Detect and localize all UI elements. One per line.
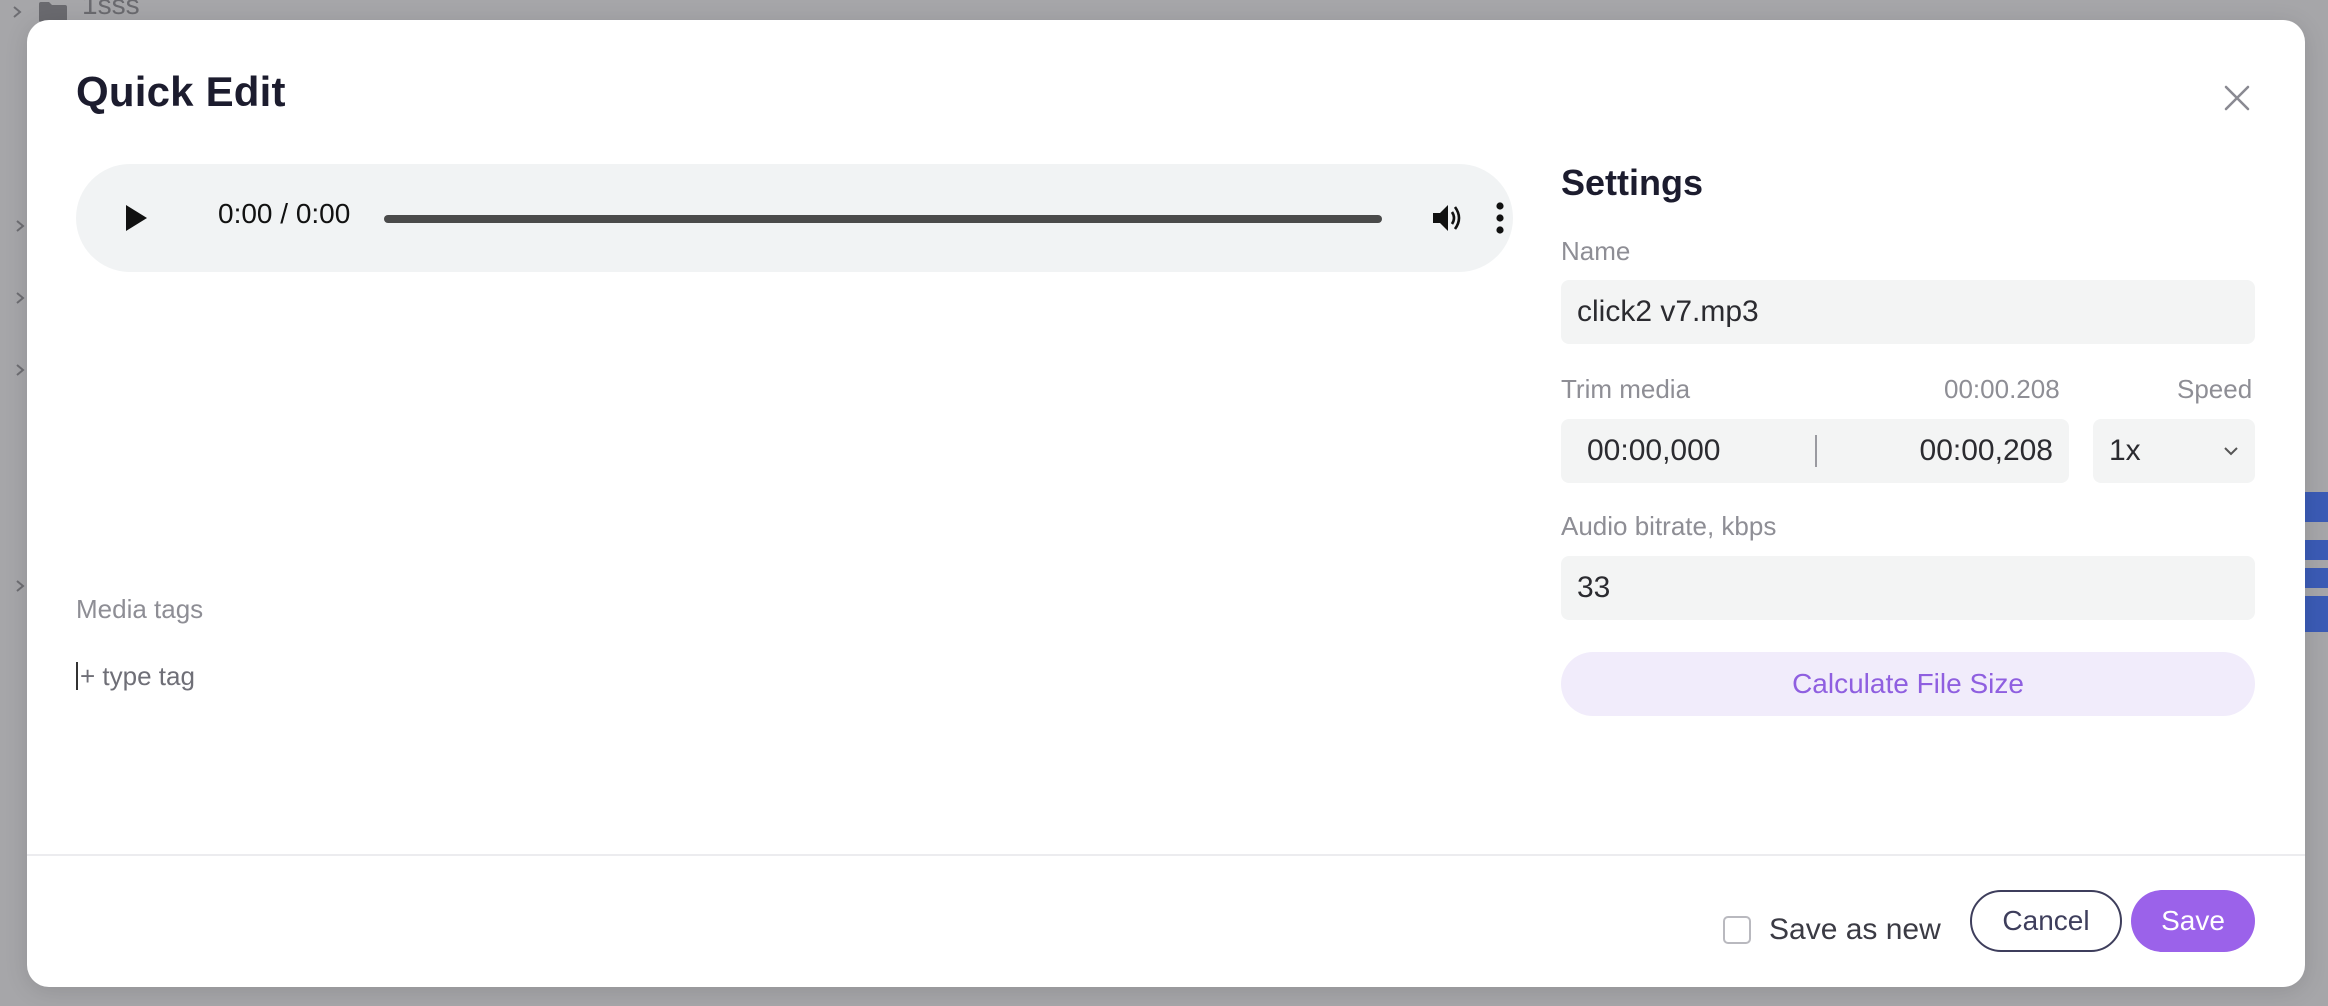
chevron-right-icon — [16, 220, 25, 232]
close-button[interactable] — [2217, 78, 2257, 118]
trim-range-field: 00:00,000 00:00,208 — [1561, 419, 2069, 483]
speed-label: Speed — [2177, 374, 2253, 404]
chevron-down-icon — [2224, 447, 2238, 456]
audio-bitrate-input[interactable]: 33 — [1561, 556, 2255, 620]
trim-end-input[interactable]: 00:00,208 — [1920, 419, 2053, 483]
save-as-new-label: Save as new — [1769, 913, 1941, 946]
playback-time: 0:00 / 0:00 — [218, 198, 351, 229]
background-thumbnail — [2304, 492, 2328, 522]
checkbox-box[interactable] — [1723, 916, 1751, 944]
trim-duration: 00:00.208 — [1944, 374, 2060, 404]
more-vert-icon — [1496, 202, 1504, 234]
volume-button[interactable] — [1426, 196, 1470, 240]
audio-bitrate-label: Audio bitrate, kbps — [1561, 511, 1777, 541]
text-cursor — [76, 662, 78, 690]
background-folder-name: 1sss — [82, 0, 140, 20]
save-as-new-checkbox[interactable]: Save as new — [1723, 900, 1941, 960]
trim-media-label: Trim media — [1561, 374, 1691, 404]
quick-edit-modal: Quick Edit 0:00 / 0:00 Media tags + type… — [27, 20, 2305, 987]
settings-title: Settings — [1561, 162, 1704, 203]
footer-divider — [27, 854, 2305, 856]
media-tag-input[interactable]: + type tag — [76, 656, 476, 696]
background-thumbnail — [2304, 540, 2328, 560]
chevron-right-icon — [13, 6, 22, 18]
chevron-right-icon — [16, 580, 25, 592]
chevron-right-icon — [16, 292, 25, 304]
trim-start-input[interactable]: 00:00,000 — [1587, 419, 1720, 483]
volume-icon — [1433, 205, 1461, 231]
background-thumbnail — [2304, 568, 2328, 588]
name-input[interactable]: click2 v7.mp3 — [1561, 280, 2255, 344]
background-right-panel — [2304, 220, 2328, 680]
calculate-file-size-button[interactable]: Calculate File Size — [1561, 652, 2255, 716]
cancel-button[interactable]: Cancel — [1970, 890, 2122, 952]
trim-divider — [1815, 435, 1817, 467]
name-value: click2 v7.mp3 — [1577, 295, 1759, 328]
modal-title: Quick Edit — [76, 68, 286, 115]
background-thumbnail — [2304, 596, 2328, 632]
more-options-button[interactable] — [1488, 196, 1512, 240]
media-tags-label: Media tags — [76, 594, 204, 624]
speed-select[interactable]: 1x — [2093, 419, 2255, 483]
playback-progress-bar[interactable] — [384, 215, 1382, 223]
play-button[interactable] — [114, 196, 158, 240]
name-label: Name — [1561, 236, 1631, 266]
media-tag-placeholder: + type tag — [80, 660, 195, 691]
audio-bitrate-value: 33 — [1577, 571, 1611, 604]
play-icon — [126, 205, 147, 231]
save-button[interactable]: Save — [2131, 890, 2255, 952]
speed-value: 1x — [2109, 434, 2141, 467]
audio-player[interactable]: 0:00 / 0:00 — [76, 164, 1513, 272]
chevron-right-icon — [16, 364, 25, 376]
close-icon — [2224, 85, 2250, 111]
